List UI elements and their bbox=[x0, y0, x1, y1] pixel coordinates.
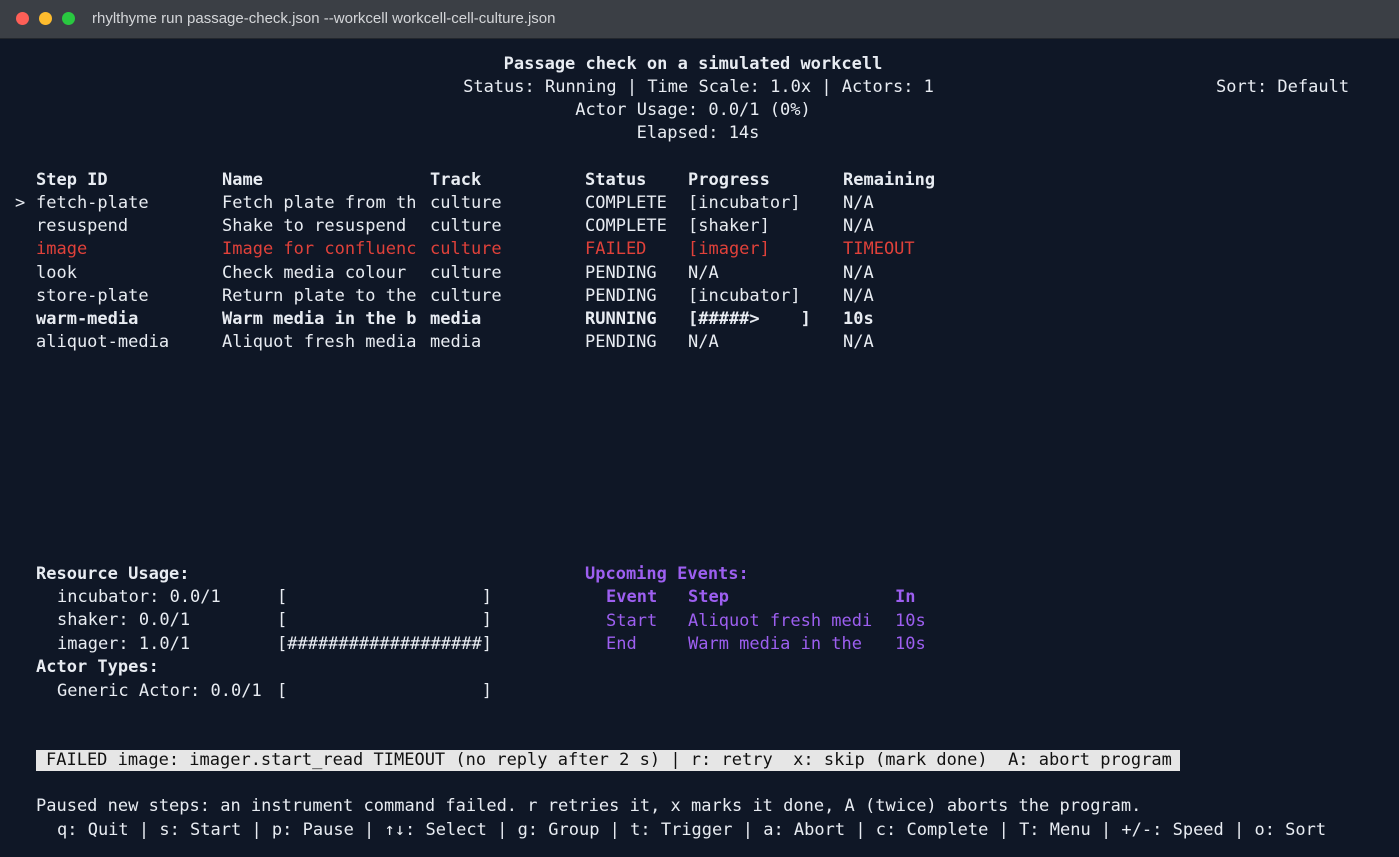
cell-id: image bbox=[36, 239, 88, 260]
cell-remaining: TIMEOUT bbox=[843, 239, 915, 260]
window-title: rhylthyme run passage-check.json --workc… bbox=[92, 10, 556, 27]
zoom-window-button[interactable] bbox=[62, 12, 75, 25]
event-step: Aliquot fresh medi bbox=[688, 611, 873, 631]
cell-id: resuspend bbox=[36, 216, 129, 237]
cell-name: Fetch plate from th bbox=[222, 193, 417, 213]
events-col-step: Step bbox=[688, 587, 729, 607]
cell-status: PENDING bbox=[585, 332, 657, 353]
event-event: Start bbox=[606, 611, 658, 631]
cell-name: Shake to resuspend bbox=[222, 216, 407, 237]
resource-usage-bar: [###################] bbox=[277, 633, 492, 654]
upcoming-events-heading: Upcoming Events: bbox=[585, 564, 749, 584]
cell-name: Aliquot fresh media bbox=[222, 332, 417, 353]
cell-remaining: N/A bbox=[843, 285, 874, 306]
cell-remaining: N/A bbox=[843, 262, 874, 283]
cell-track: culture bbox=[430, 285, 502, 306]
footer-message: Paused new steps: an instrument command … bbox=[36, 796, 1142, 816]
cell-track: culture bbox=[430, 239, 502, 260]
cell-status: PENDING bbox=[585, 285, 657, 306]
cell-status: COMPLETE bbox=[585, 193, 667, 213]
col-remaining[interactable]: Remaining bbox=[843, 170, 935, 190]
event-event: End bbox=[606, 634, 637, 655]
keybindings-help: q: Quit | s: Start | p: Pause | ↑↓: Sele… bbox=[57, 820, 1327, 840]
cell-status: PENDING bbox=[585, 262, 657, 283]
event-in: 10s bbox=[895, 634, 926, 655]
cell-track: culture bbox=[430, 262, 502, 283]
minimize-window-button[interactable] bbox=[39, 12, 52, 25]
cell-status: FAILED bbox=[585, 239, 647, 260]
events-col-event: Event bbox=[606, 587, 658, 607]
col-step-id[interactable]: Step ID bbox=[36, 170, 108, 190]
cell-track: culture bbox=[430, 193, 502, 213]
actor-label: Generic Actor: 0.0/1 bbox=[57, 681, 262, 701]
resource-label: shaker: 0.0/1 bbox=[57, 610, 191, 631]
resource-usage-bar: [ ] bbox=[277, 587, 492, 607]
col-name[interactable]: Name bbox=[222, 170, 263, 190]
event-in: 10s bbox=[895, 611, 926, 631]
cell-name: Image for confluenc bbox=[222, 239, 417, 260]
close-window-button[interactable] bbox=[16, 12, 29, 25]
resource-usage-bar: [ ] bbox=[277, 610, 492, 631]
cell-id: store-plate bbox=[36, 285, 149, 306]
cell-id: aliquot-media bbox=[36, 332, 170, 353]
resource-label: imager: 1.0/1 bbox=[57, 633, 191, 654]
event-step: Warm media in the bbox=[688, 634, 862, 655]
elapsed-time: Elapsed: 14s bbox=[636, 123, 760, 143]
sort-indicator: Sort: Default bbox=[1216, 77, 1350, 97]
cell-track: culture bbox=[430, 216, 502, 237]
cell-remaining: 10s bbox=[843, 309, 874, 329]
cell-progress: N/A bbox=[688, 332, 719, 353]
col-track[interactable]: Track bbox=[430, 170, 481, 190]
cell-status: COMPLETE bbox=[585, 216, 667, 237]
failure-status-bar: FAILED image: imager.start_read TIMEOUT … bbox=[36, 750, 1180, 771]
cell-progress: [#####> ] bbox=[688, 309, 811, 329]
col-progress[interactable]: Progress bbox=[688, 170, 770, 190]
cell-progress: [incubator] bbox=[688, 285, 801, 306]
col-status[interactable]: Status bbox=[585, 170, 646, 190]
actor-types-heading: Actor Types: bbox=[36, 657, 159, 677]
cell-track: media bbox=[430, 332, 482, 353]
cell-remaining: N/A bbox=[843, 332, 874, 353]
cell-id: fetch-plate bbox=[36, 193, 149, 213]
resource-label: incubator: 0.0/1 bbox=[57, 587, 221, 607]
cell-progress: [shaker] bbox=[688, 216, 770, 237]
events-col-in: In bbox=[895, 587, 916, 607]
cell-remaining: N/A bbox=[843, 216, 874, 237]
cell-remaining: N/A bbox=[843, 193, 874, 213]
cell-progress: [imager] bbox=[688, 239, 770, 260]
actor-usage-bar: [ ] bbox=[277, 681, 492, 701]
program-title: Passage check on a simulated workcell bbox=[503, 54, 883, 74]
cell-name: Warm media in the b bbox=[222, 309, 417, 329]
cell-progress: [incubator] bbox=[688, 193, 801, 213]
cell-track: media bbox=[430, 309, 482, 329]
cell-name: Check media colour bbox=[222, 262, 407, 283]
window-titlebar: rhylthyme run passage-check.json --workc… bbox=[0, 0, 1399, 39]
cell-name: Return plate to the bbox=[222, 285, 417, 306]
cell-status: RUNNING bbox=[585, 309, 657, 329]
cell-id: warm-media bbox=[36, 309, 139, 329]
cell-id: look bbox=[36, 262, 77, 283]
actor-usage: Actor Usage: 0.0/1 (0%) bbox=[575, 100, 811, 120]
resource-usage-heading: Resource Usage: bbox=[36, 564, 190, 584]
status-line: Status: Running | Time Scale: 1.0x | Act… bbox=[463, 77, 934, 97]
row-cursor-icon: > bbox=[15, 193, 26, 213]
cell-progress: N/A bbox=[688, 262, 719, 283]
